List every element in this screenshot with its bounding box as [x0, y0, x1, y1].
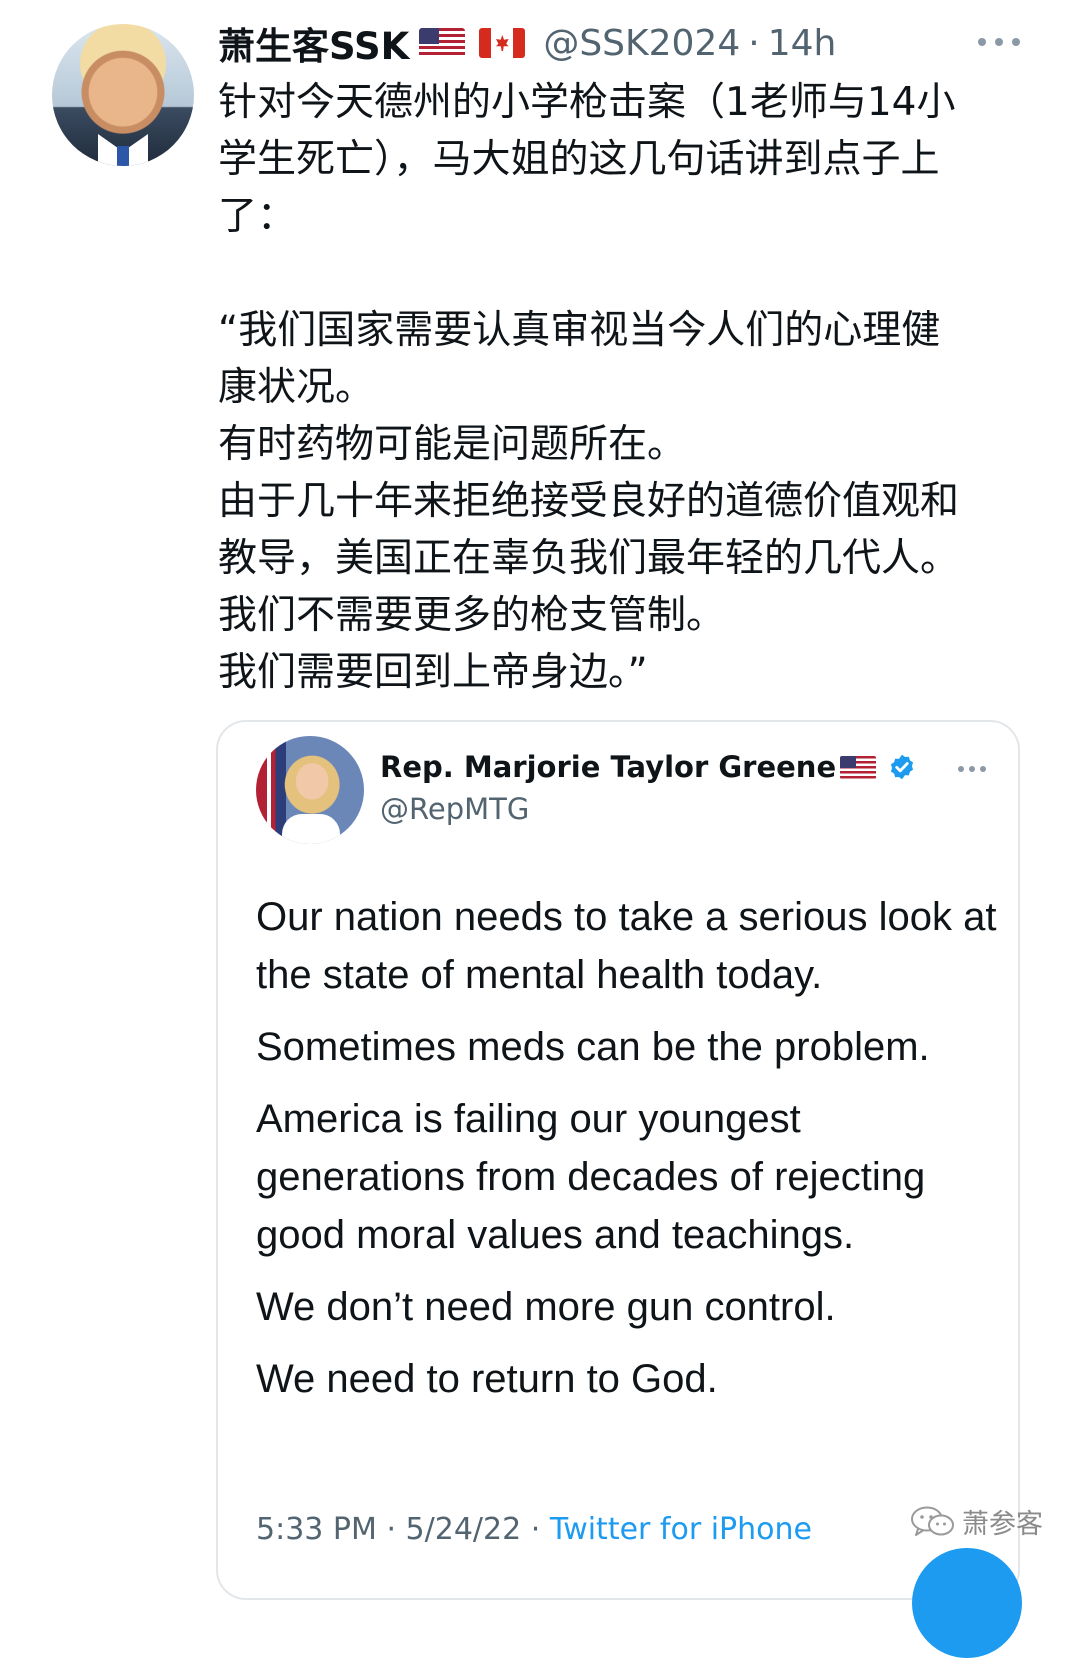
quoted-paragraph: Sometimes meds can be the problem. — [256, 1025, 930, 1069]
meta-separator: · — [386, 1512, 396, 1547]
tweet-source-link[interactable]: Twitter for iPhone — [550, 1512, 812, 1547]
us-flag-icon — [419, 28, 466, 58]
tweet-quote-line: 有时药物可能是问题所在。 — [218, 422, 687, 467]
quoted-author-handle[interactable]: @RepMTG — [380, 792, 529, 826]
more-dot — [969, 766, 975, 772]
watermark-text: 萧参客 — [962, 1509, 1043, 1540]
quoted-author-avatar[interactable] — [256, 736, 364, 844]
quoted-author-name[interactable]: Rep. Marjorie Taylor Greene — [380, 750, 836, 784]
author-avatar[interactable] — [52, 24, 194, 166]
quoted-date[interactable]: 5/24/22 — [406, 1512, 522, 1547]
more-dot — [1012, 38, 1020, 46]
quoted-paragraph: We don’t need more gun control. — [256, 1285, 836, 1329]
tweet-quote-line: 我们不需要更多的枪支管制。 — [218, 593, 726, 638]
more-dot — [958, 766, 964, 772]
tweet-line: 学生死亡），马大姐的这几句话讲到点子上 — [218, 137, 940, 182]
quoted-tweet-text: Our nation needs to take a serious look … — [256, 888, 1016, 1422]
tweet-header: 萧生客SSK @SSK2024 · 14h — [218, 16, 837, 70]
quoted-paragraph: Our nation needs to take a serious look … — [256, 895, 997, 997]
quoted-header: Rep. Marjorie Taylor Greene — [380, 750, 916, 784]
canada-flag-icon — [479, 28, 526, 58]
more-icon[interactable] — [978, 34, 1020, 50]
compose-button[interactable] — [912, 1548, 1022, 1658]
tweet-quote-line: 我们需要回到上帝身边。” — [218, 650, 648, 695]
us-flag-icon — [840, 755, 877, 779]
more-icon[interactable] — [958, 766, 986, 774]
quoted-paragraph: America is failing our youngest generati… — [256, 1097, 926, 1257]
quoted-tweet-meta: 5:33 PM · 5/24/22 · Twitter for iPhone — [256, 1512, 812, 1547]
tweet-line: 了： — [218, 194, 297, 239]
tweet-quote-line: “我们国家需要认真审视当今人们的心理健 — [218, 308, 941, 353]
tweet-quote-line: 康状况。 — [218, 365, 375, 410]
wechat-icon — [911, 1506, 954, 1536]
quoted-time[interactable]: 5:33 PM — [256, 1512, 377, 1547]
more-dot — [980, 766, 986, 772]
author-handle[interactable]: @SSK2024 — [543, 23, 740, 64]
more-dot — [978, 38, 986, 46]
watermark: 萧参客 — [910, 1502, 1043, 1541]
quoted-tweet-card[interactable]: Rep. Marjorie Taylor Greene @RepMTG Our … — [216, 720, 1020, 1600]
tweet-timestamp[interactable]: 14h — [768, 23, 837, 64]
quoted-paragraph: We need to return to God. — [256, 1357, 718, 1401]
header-separator: · — [748, 22, 760, 64]
tweet-quote-line: 由于几十年来拒绝接受良好的道德价值观和 — [218, 479, 960, 524]
more-dot — [995, 38, 1003, 46]
tweet-quote-line: 教导，美国正在辜负我们最年轻的几代人。 — [218, 536, 960, 581]
avatar-body — [282, 814, 340, 844]
tweet-text: 针对今天德州的小学枪击案（1老师与14小 学生死亡），马大姐的这几句话讲到点子上… — [218, 74, 1018, 701]
author-display-name[interactable]: 萧生客SSK — [218, 16, 409, 70]
tweet-line: 针对今天德州的小学枪击案（1老师与14小 — [218, 80, 956, 125]
avatar-tie — [117, 146, 129, 166]
meta-separator: · — [530, 1512, 541, 1547]
verified-badge-icon — [891, 754, 914, 780]
